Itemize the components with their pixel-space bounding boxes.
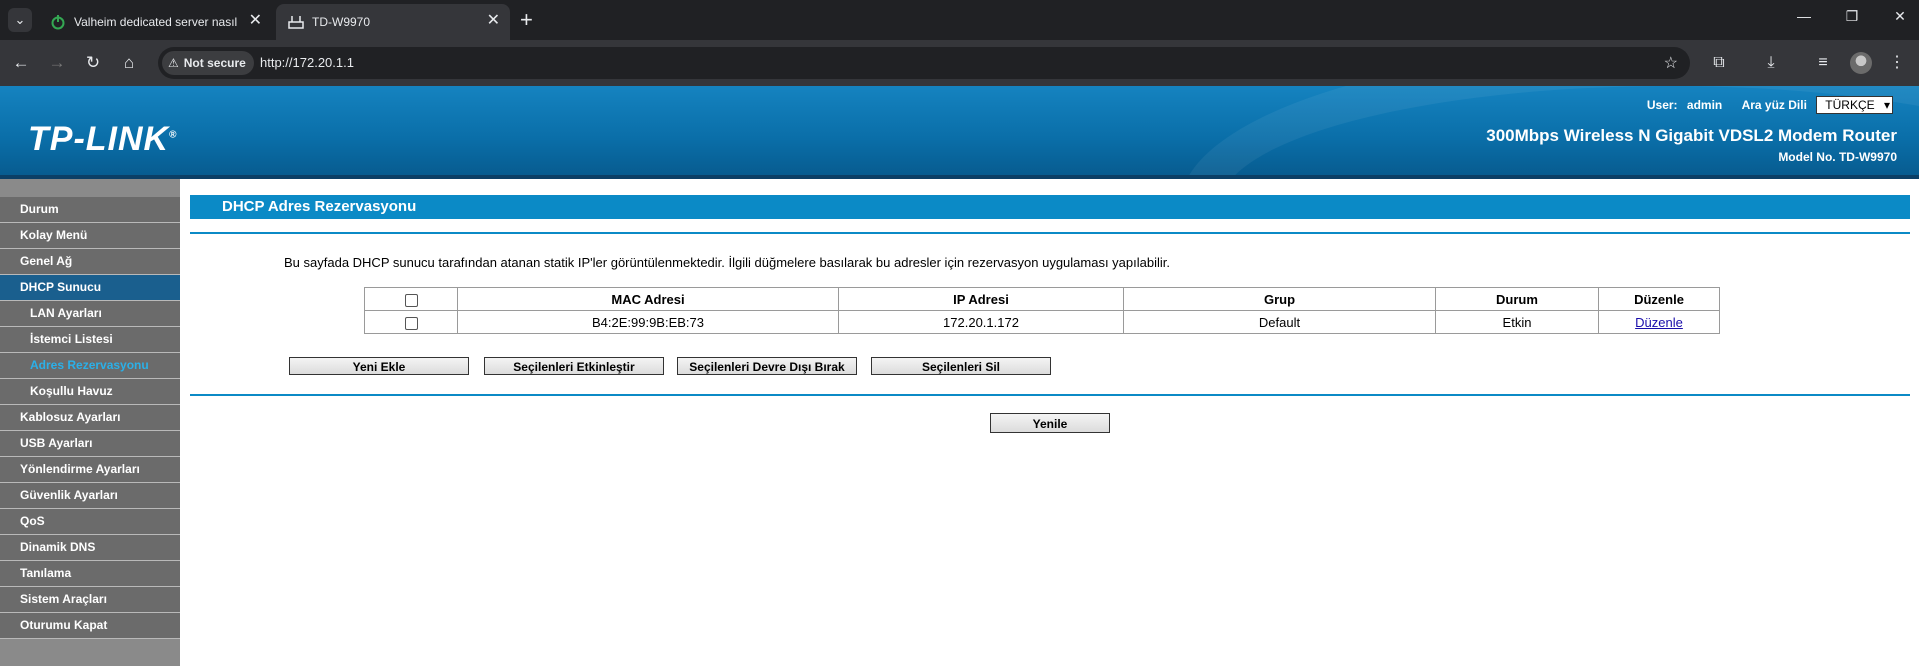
extensions-icon[interactable]: ⧉ bbox=[1708, 52, 1730, 74]
close-icon[interactable]: ✕ bbox=[487, 12, 500, 30]
select-all-checkbox[interactable] bbox=[404, 293, 418, 307]
page-description: Bu sayfada DHCP sunucu tarafından atanan… bbox=[284, 255, 1170, 270]
sidebar-menu: Durum Kolay Menü Genel Ağ DHCP Sunucu LAN Ay… bbox=[0, 179, 180, 666]
sidebar-item[interactable]: Dinamik DNS bbox=[0, 535, 180, 561]
sidebar-item[interactable]: Tanılama bbox=[0, 561, 180, 587]
refresh-button[interactable]: Yenile bbox=[990, 413, 1110, 433]
address-bar[interactable]: ⚠ Not secure http://172.20.1.1 ☆ bbox=[158, 47, 1690, 79]
sidebar-item[interactable]: İstemci Listesi bbox=[0, 327, 180, 353]
column-header: Durum bbox=[1435, 287, 1599, 311]
tab-search-button[interactable]: ⌄ bbox=[8, 8, 32, 32]
profile-avatar[interactable] bbox=[1850, 52, 1872, 74]
chevron-down-icon: ▾ bbox=[1883, 98, 1890, 112]
back-icon[interactable]: ← bbox=[10, 52, 32, 74]
home-icon[interactable]: ⌂ bbox=[118, 52, 140, 74]
group-cell: Default bbox=[1123, 310, 1436, 334]
tab-title: Valheim dedicated server nasıl k bbox=[74, 15, 239, 29]
sidebar-item[interactable]: QoS bbox=[0, 509, 180, 535]
sidebar-item[interactable]: Kablosuz Ayarları bbox=[0, 405, 180, 431]
security-chip[interactable]: ⚠ Not secure bbox=[162, 51, 254, 75]
status-cell: Etkin bbox=[1435, 310, 1599, 334]
sidebar-item[interactable]: Koşullu Havuz bbox=[0, 379, 180, 405]
browser-tab-bar: ⌄ Valheim dedicated server nasıl k ✕ TD-… bbox=[0, 0, 1919, 40]
divider bbox=[190, 394, 1910, 396]
menu-kebab-icon[interactable]: ⋮ bbox=[1886, 52, 1908, 74]
user-label: User: bbox=[1646, 98, 1678, 112]
reservation-table: MAC Adresi IP Adresi Grup Durum Düzenle … bbox=[364, 287, 1720, 334]
delete-selected-button[interactable]: Seçilenleri Sil bbox=[871, 357, 1051, 375]
url-text[interactable]: http://172.20.1.1 bbox=[260, 55, 354, 70]
language-label: Ara yüz Dili bbox=[1741, 98, 1807, 112]
close-icon[interactable]: ✕ bbox=[249, 12, 262, 30]
reload-icon[interactable]: ↻ bbox=[82, 52, 104, 74]
power-icon bbox=[51, 15, 65, 30]
column-header: MAC Adresi bbox=[457, 287, 839, 311]
column-header: IP Adresi bbox=[838, 287, 1124, 311]
sidebar-item[interactable]: Kolay Menü bbox=[0, 223, 180, 249]
media-controls-icon[interactable]: ≡ bbox=[1812, 52, 1834, 74]
product-name: 300Mbps Wireless N Gigabit VDSL2 Modem R… bbox=[1486, 126, 1897, 145]
tab-td-w9970[interactable]: TD-W9970 ✕ bbox=[276, 4, 510, 40]
bookmark-star-icon[interactable]: ☆ bbox=[1664, 53, 1678, 73]
sidebar-item[interactable]: DHCP Sunucu bbox=[0, 275, 180, 301]
tp-link-logo: TP-LINK® bbox=[28, 120, 178, 158]
divider bbox=[190, 232, 1910, 234]
sidebar-item[interactable]: Oturumu Kapat bbox=[0, 613, 180, 639]
download-icon[interactable]: ⤓ bbox=[1760, 52, 1782, 74]
add-new-button[interactable]: Yeni Ekle bbox=[289, 357, 469, 375]
disable-selected-button[interactable]: Seçilenleri Devre Dışı Bırak bbox=[677, 357, 857, 375]
ip-cell: 172.20.1.172 bbox=[838, 310, 1124, 334]
edit-link[interactable]: Düzenle bbox=[1635, 315, 1683, 330]
model-number: Model No. TD-W9970 bbox=[1778, 150, 1897, 164]
window-close-icon[interactable]: ✕ bbox=[1890, 8, 1910, 25]
table-header-row: MAC Adresi IP Adresi Grup Durum Düzenle bbox=[364, 287, 1720, 311]
restore-icon[interactable]: ❐ bbox=[1842, 8, 1862, 25]
table-row: B4:2E:99:9B:EB:73 172.20.1.172 Default E… bbox=[364, 310, 1720, 334]
sidebar-item[interactable]: Adres Rezervasyonu bbox=[0, 353, 180, 379]
forward-icon[interactable]: → bbox=[46, 52, 68, 74]
router-header: TP-LINK® User: admin Ara yüz Dili TÜRKÇE… bbox=[0, 86, 1919, 175]
mac-cell: B4:2E:99:9B:EB:73 bbox=[457, 310, 839, 334]
minimize-icon[interactable]: — bbox=[1794, 8, 1814, 24]
sidebar-item[interactable]: Yönlendirme Ayarları bbox=[0, 457, 180, 483]
sidebar-item[interactable]: Genel Ağ bbox=[0, 249, 180, 275]
page-title: DHCP Adres Rezervasyonu bbox=[190, 195, 1910, 219]
row-checkbox[interactable] bbox=[404, 316, 418, 330]
sidebar-item[interactable]: Durum bbox=[0, 197, 180, 223]
sidebar-item[interactable]: Güvenlik Ayarları bbox=[0, 483, 180, 509]
user-name: admin bbox=[1686, 98, 1723, 112]
user-info: User: admin Ara yüz Dili TÜRKÇE ▾ bbox=[1641, 96, 1893, 114]
security-label: Not secure bbox=[183, 56, 246, 70]
sidebar-item[interactable]: Sistem Araçları bbox=[0, 587, 180, 613]
browser-toolbar: ← → ↻ ⌂ ⚠ Not secure http://172.20.1.1 ☆ … bbox=[0, 40, 1919, 86]
warning-icon: ⚠ bbox=[168, 56, 179, 70]
column-header: Düzenle bbox=[1598, 287, 1720, 311]
column-header: Grup bbox=[1123, 287, 1436, 311]
main-content: DHCP Adres Rezervasyonu Bu sayfada DHCP … bbox=[190, 179, 1919, 666]
tab-valheim[interactable]: Valheim dedicated server nasıl k ✕ bbox=[38, 4, 272, 40]
tab-title: TD-W9970 bbox=[312, 15, 371, 29]
sidebar-item[interactable]: LAN Ayarları bbox=[0, 301, 180, 327]
sidebar-item[interactable]: USB Ayarları bbox=[0, 431, 180, 457]
enable-selected-button[interactable]: Seçilenleri Etkinleştir bbox=[484, 357, 664, 375]
new-tab-icon[interactable]: + bbox=[520, 6, 533, 34]
router-icon bbox=[288, 16, 304, 29]
language-select[interactable]: TÜRKÇE ▾ bbox=[1816, 96, 1893, 114]
